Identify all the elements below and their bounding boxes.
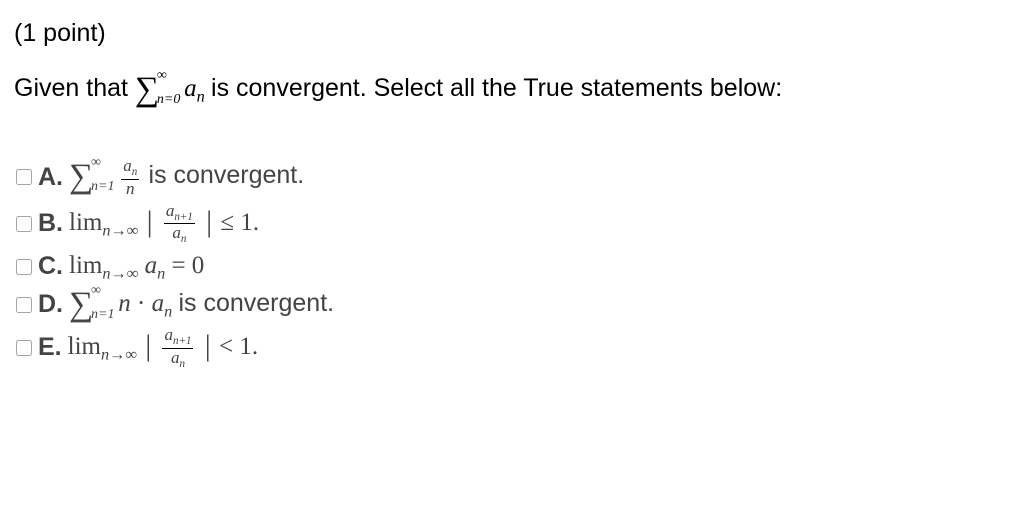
option-b: B. limn→∞ | an+1 an | ≤ 1. (14, 202, 1010, 246)
option-letter: D. (38, 289, 63, 320)
checkbox-b[interactable] (16, 216, 32, 232)
lim: limn→∞ (68, 333, 137, 360)
sum-lower: n=1 (91, 178, 114, 196)
relation: < (219, 333, 233, 360)
checkbox-d[interactable] (16, 297, 32, 313)
checkbox-a[interactable] (16, 169, 32, 185)
coeff: n (118, 290, 131, 317)
term: an (152, 290, 173, 317)
lim: limn→∞ (69, 209, 138, 236)
checkbox-c[interactable] (16, 259, 32, 275)
sum-upper: ∞ (91, 154, 101, 172)
dot: · (137, 290, 152, 317)
option-d: D. ∑ ∞ n=1 n · an is convergent. (14, 288, 1010, 322)
fraction: an n (121, 157, 139, 197)
points-label: (1 point) (14, 18, 1010, 49)
rhs: 0 (192, 252, 205, 279)
sum-symbol: ∑ ∞ n=1 (69, 288, 93, 319)
question-page: (1 point) Given that ∑ ∞ n=0 an is conve… (0, 0, 1024, 392)
sum-upper: ∞ (91, 282, 101, 300)
sum-upper: ∞ (157, 67, 167, 85)
option-letter: A. (38, 162, 63, 193)
rhs: 1. (240, 209, 259, 236)
sum-symbol: ∑ ∞ n=0 (135, 73, 159, 104)
lim: limn→∞ (69, 252, 138, 279)
options-list: A. ∑ ∞ n=1 an n is convergent. (14, 157, 1010, 370)
prompt-prefix: Given that (14, 74, 135, 102)
option-letter: B. (38, 208, 63, 239)
eq: = (171, 252, 185, 279)
option-letter: E. (38, 332, 62, 363)
fraction: an+1 an (164, 202, 195, 246)
option-c: C. limn→∞ an = 0 (14, 250, 1010, 284)
sum-lower: n=1 (91, 306, 114, 324)
option-letter: C. (38, 251, 63, 282)
rhs: 1. (239, 333, 258, 360)
relation: ≤ (220, 209, 234, 236)
option-text-after: is convergent. (149, 161, 305, 189)
option-text-after: is convergent. (178, 289, 334, 317)
sum-lower: n=0 (157, 91, 180, 109)
term: an (145, 252, 172, 279)
prompt-suffix: is convergent. Select all the True state… (211, 74, 782, 102)
option-e: E. limn→∞ | an+1 an | < 1. (14, 326, 1010, 370)
fraction: an+1 an (162, 326, 193, 370)
question-prompt: Given that ∑ ∞ n=0 an is convergent. Sel… (14, 73, 1010, 107)
sum-term: an (184, 75, 205, 102)
option-a: A. ∑ ∞ n=1 an n is convergent. (14, 157, 1010, 197)
checkbox-e[interactable] (16, 340, 32, 356)
sum-symbol: ∑ ∞ n=1 (69, 160, 93, 191)
